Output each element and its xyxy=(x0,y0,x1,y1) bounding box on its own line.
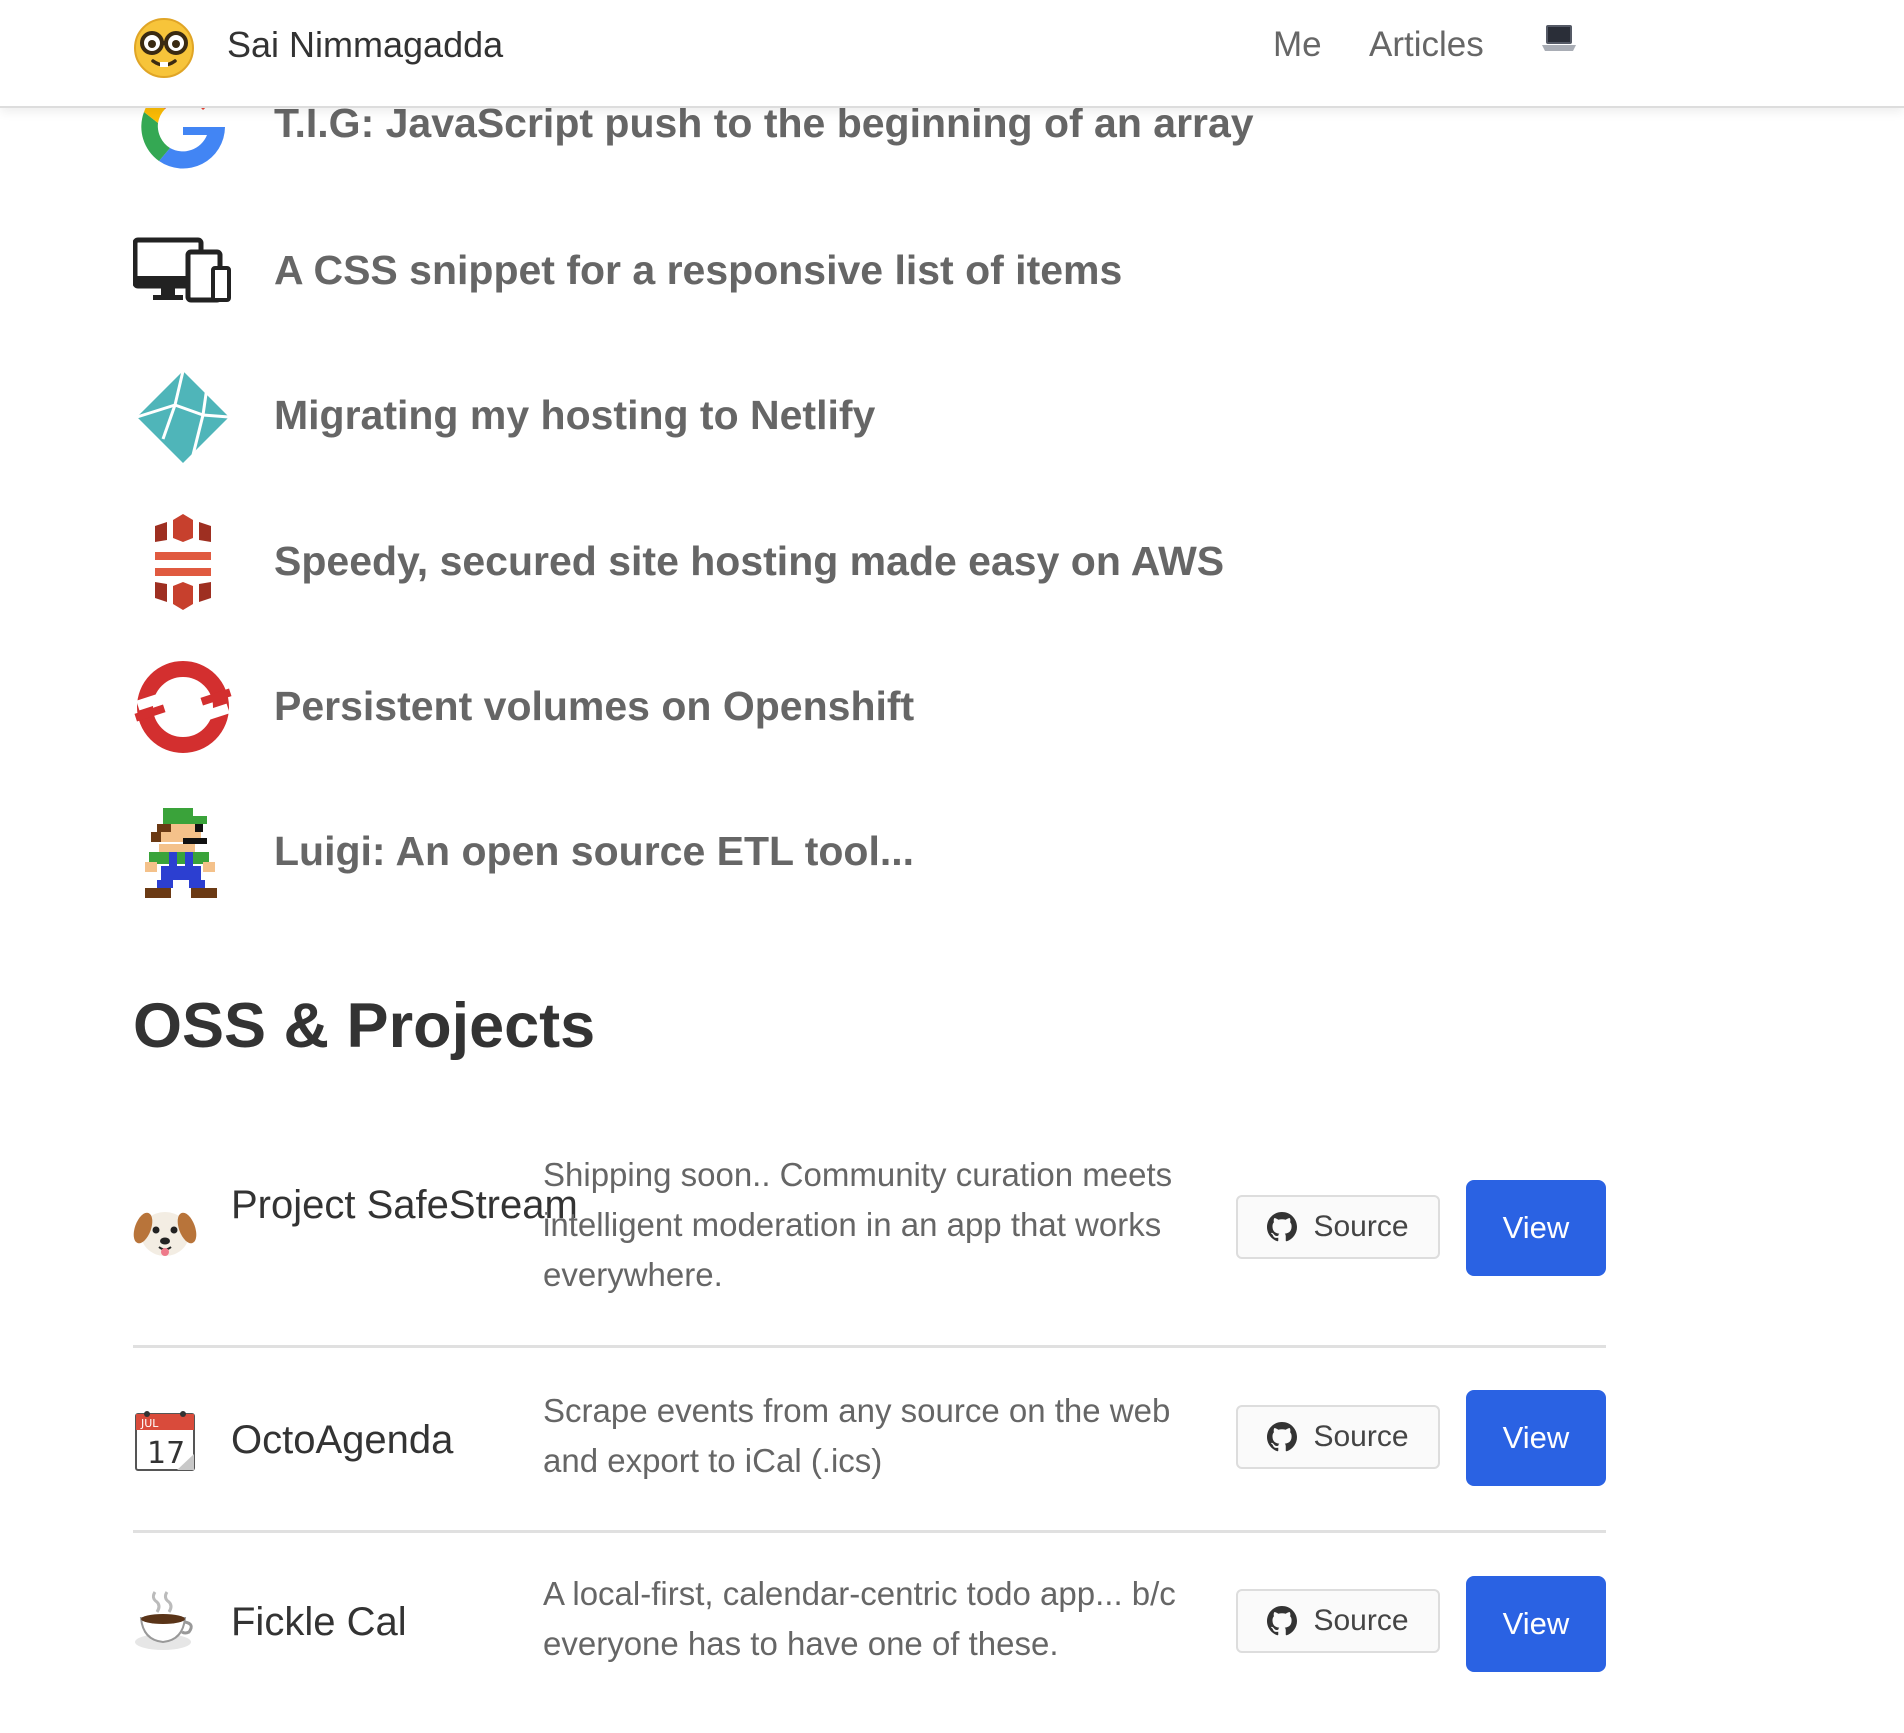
netlify-logo-icon xyxy=(136,370,230,464)
article-title[interactable]: Speedy, secured site hosting made easy o… xyxy=(274,538,1224,585)
article-item[interactable]: Luigi: An open source ETL tool... xyxy=(133,795,1433,905)
calendar-month: JUL xyxy=(140,1417,159,1430)
aws-logo-icon xyxy=(155,514,211,610)
article-title[interactable]: A CSS snippet for a responsive list of i… xyxy=(274,247,1122,294)
project-name: OctoAgenda xyxy=(231,1418,454,1462)
article-title[interactable]: Migrating my hosting to Netlify xyxy=(274,392,875,439)
project-name: Fickle Cal xyxy=(231,1600,407,1644)
nav-link-articles[interactable]: Articles xyxy=(1369,25,1484,65)
source-button[interactable]: Source xyxy=(1236,1405,1440,1469)
project-row: JUL 17 OctoAgenda Scrape events from any… xyxy=(133,1348,1606,1533)
responsive-devices-icon xyxy=(133,237,231,303)
project-description: A local-first, calendar-centric todo app… xyxy=(543,1575,1176,1662)
nerd-face-avatar-icon[interactable] xyxy=(133,17,195,79)
luigi-pixel-icon xyxy=(145,808,217,898)
article-item[interactable]: A CSS snippet for a responsive list of i… xyxy=(133,215,1433,325)
site-header: Sai Nimmagadda Me Articles xyxy=(0,0,1904,108)
hot-beverage-icon xyxy=(135,1591,193,1650)
github-icon xyxy=(1267,1422,1298,1452)
section-title-oss-projects: OSS & Projects xyxy=(133,991,596,1061)
article-item[interactable]: Persistent volumes on Openshift xyxy=(133,650,1433,760)
view-button[interactable]: View xyxy=(1466,1180,1606,1276)
source-button-label: Source xyxy=(1313,1420,1409,1453)
source-button-label: Source xyxy=(1313,1210,1409,1243)
source-button-label: Source xyxy=(1313,1604,1409,1637)
view-button[interactable]: View xyxy=(1466,1576,1606,1672)
article-item[interactable]: Migrating my hosting to Netlify xyxy=(133,360,1433,470)
source-button[interactable]: Source xyxy=(1236,1195,1440,1259)
source-button[interactable]: Source xyxy=(1236,1589,1440,1653)
article-item[interactable]: Speedy, secured site hosting made easy o… xyxy=(133,505,1433,615)
project-row: Fickle Cal A local-first, calendar-centr… xyxy=(133,1533,1606,1733)
view-button[interactable]: View xyxy=(1466,1390,1606,1486)
github-icon xyxy=(1267,1606,1298,1636)
project-row: Project SafeStream Shipping soon.. Commu… xyxy=(133,1150,1606,1348)
article-title[interactable]: Luigi: An open source ETL tool... xyxy=(274,828,914,875)
laptop-icon[interactable] xyxy=(1541,22,1577,54)
openshift-logo-icon xyxy=(134,661,232,753)
calendar-day: 17 xyxy=(147,1436,185,1471)
project-name: Project SafeStream xyxy=(231,1183,578,1227)
article-title[interactable]: Persistent volumes on Openshift xyxy=(274,683,914,730)
nav-link-me[interactable]: Me xyxy=(1273,25,1322,65)
github-icon xyxy=(1267,1212,1298,1242)
project-description: Scrape events from any source on the web… xyxy=(543,1392,1171,1479)
calendar-icon: JUL 17 xyxy=(135,1411,195,1471)
project-description: Shipping soon.. Community curation meets… xyxy=(543,1156,1173,1293)
dog-face-icon xyxy=(133,1212,197,1256)
brand-name[interactable]: Sai Nimmagadda xyxy=(227,24,503,66)
